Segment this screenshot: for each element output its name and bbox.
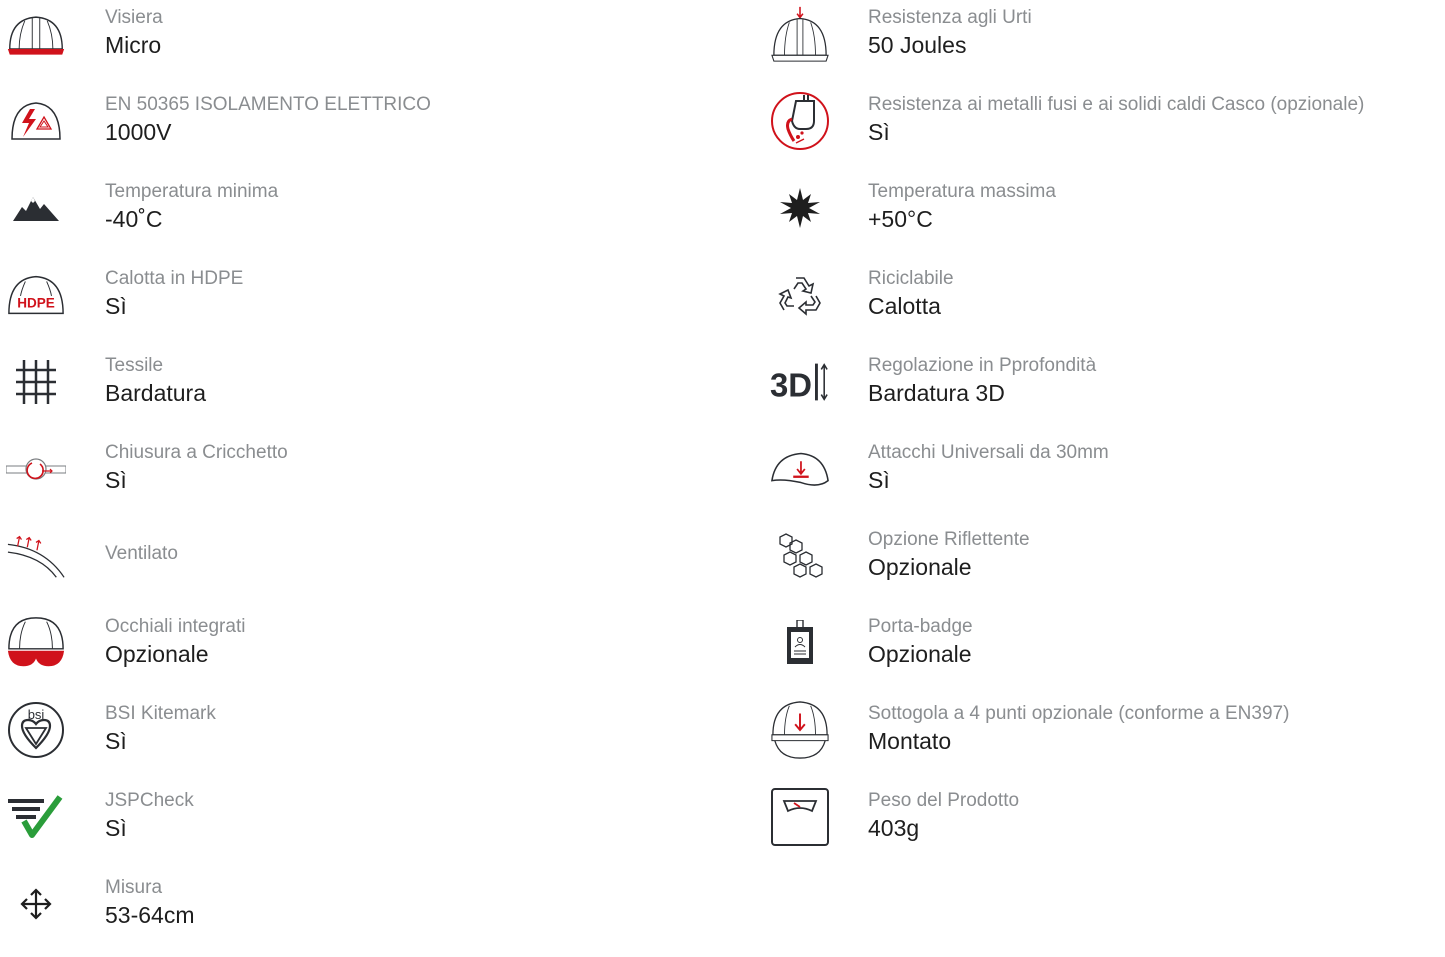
- feature-value: Opzionale: [105, 641, 209, 667]
- feature-value: Sì: [105, 815, 127, 841]
- recycle-icon: [770, 265, 830, 325]
- feature-label: Resistenza agli Urti: [868, 7, 1032, 28]
- feature-value: 50 Joules: [868, 32, 967, 58]
- molten-metal-icon: [770, 91, 830, 151]
- feature-label: Visiera: [105, 7, 163, 28]
- feature-visor: Visiera Micro: [0, 0, 700, 87]
- feature-jspcheck: JSPCheck Sì: [0, 783, 700, 870]
- feature-reflective: Opzione Riflettente Opzionale: [760, 522, 1445, 609]
- feature-max-temperature: Temperatura massima +50°C: [760, 174, 1445, 261]
- ventilation-icon: [6, 526, 66, 586]
- feature-value: Sì: [868, 119, 890, 145]
- feature-label: Ventilato: [105, 543, 178, 564]
- feature-value: Montato: [868, 728, 952, 754]
- feature-label: Chiusura a Cricchetto: [105, 442, 288, 463]
- feature-depth-adjustment: 3D Regolazione in Pprofondità Bardatura …: [760, 348, 1445, 435]
- feature-label: Porta-badge: [868, 616, 973, 637]
- badge-holder-icon: [770, 613, 830, 673]
- feature-label: Misura: [105, 877, 163, 898]
- bsi-kitemark-icon: bsi: [6, 700, 66, 760]
- feature-label: Regolazione in Pprofondità: [868, 355, 1097, 376]
- chinstrap-helmet-icon: [770, 700, 830, 760]
- feature-textile: Tessile Bardatura: [0, 348, 700, 435]
- feature-label: BSI Kitemark: [105, 703, 216, 724]
- feature-chinstrap: Sottogola a 4 punti opzionale (conforme …: [760, 696, 1445, 783]
- feature-ventilated: Ventilato: [0, 522, 700, 609]
- feature-label: Riciclabile: [868, 268, 954, 289]
- feature-value: Sì: [105, 467, 127, 493]
- feature-label: Temperatura minima: [105, 181, 279, 202]
- feature-value: Micro: [105, 32, 162, 58]
- feature-label: Sottogola a 4 punti opzionale (conforme …: [868, 703, 1290, 724]
- feature-product-weight: Peso del Prodotto 403g: [760, 783, 1445, 870]
- feature-label: Tessile: [105, 355, 164, 376]
- feature-value: Sì: [868, 467, 890, 493]
- feature-badge-holder: Porta-badge Opzionale: [760, 609, 1445, 696]
- feature-ratchet: Chiusura a Cricchetto Sì: [0, 435, 700, 522]
- ratchet-icon: [6, 439, 66, 499]
- sun-icon: [770, 178, 830, 238]
- feature-value: 1000V: [105, 119, 172, 145]
- feature-impact-resistance: Resistenza agli Urti 50 Joules: [760, 0, 1445, 87]
- feature-value: Bardatura: [105, 380, 207, 406]
- features-right-column: Resistenza agli Urti 50 Joules Resistenz…: [760, 0, 1445, 870]
- size-arrows-icon: [6, 874, 66, 934]
- feature-recyclable: Riciclabile Calotta: [760, 261, 1445, 348]
- svg-text:HDPE: HDPE: [17, 296, 55, 311]
- feature-value: Opzionale: [868, 641, 972, 667]
- feature-label: Calotta in HDPE: [105, 268, 244, 289]
- feature-label: Resistenza ai metalli fusi e ai solidi c…: [868, 94, 1365, 115]
- feature-label: JSPCheck: [105, 790, 194, 811]
- feature-molten-metal: Resistenza ai metalli fusi e ai solidi c…: [760, 87, 1445, 174]
- feature-electrical-insulation: EN 50365 ISOLAMENTO ELETTRICO 1000V: [0, 87, 700, 174]
- 3d-adjust-icon: 3D: [770, 352, 830, 412]
- feature-label: Occhiali integrati: [105, 616, 246, 637]
- feature-label: Attacchi Universali da 30mm: [868, 442, 1109, 463]
- feature-value: Opzionale: [868, 554, 972, 580]
- svg-text:3D: 3D: [770, 367, 812, 404]
- feature-value: Sì: [105, 728, 127, 754]
- feature-min-temperature: Temperatura minima -40˚C: [0, 174, 700, 261]
- textile-weave-icon: [6, 352, 66, 412]
- feature-bsi-kitemark: bsi BSI Kitemark Sì: [0, 696, 700, 783]
- feature-value: 403g: [868, 815, 920, 841]
- universal-slot-icon: [770, 439, 830, 499]
- jspcheck-icon: [6, 787, 66, 847]
- reflective-hex-icon: [770, 526, 830, 586]
- helmet-goggles-icon: [6, 613, 66, 673]
- feature-label: Temperatura massima: [868, 181, 1056, 202]
- feature-value: Calotta: [868, 293, 941, 319]
- feature-label: EN 50365 ISOLAMENTO ELETTRICO: [105, 94, 431, 115]
- feature-value: Sì: [105, 293, 127, 319]
- feature-integrated-goggles: Occhiali integrati Opzionale: [0, 609, 700, 696]
- hdpe-helmet-icon: HDPE: [6, 265, 66, 325]
- mountains-icon: [6, 178, 66, 238]
- feature-label: Peso del Prodotto: [868, 790, 1020, 811]
- visor-helmet-icon: [6, 4, 66, 64]
- feature-value: -40˚C: [105, 206, 163, 232]
- feature-value: Bardatura 3D: [868, 380, 1005, 406]
- feature-value: +50°C: [868, 206, 933, 232]
- feature-value: 53-64cm: [105, 902, 195, 928]
- electrical-insulation-icon: [6, 91, 66, 151]
- feature-label: Opzione Riflettente: [868, 529, 1030, 550]
- weight-scale-icon: [770, 787, 830, 847]
- impact-helmet-icon: [770, 4, 830, 64]
- feature-universal-slots: Attacchi Universali da 30mm Sì: [760, 435, 1445, 522]
- feature-hdpe-shell: HDPE Calotta in HDPE Sì: [0, 261, 700, 348]
- feature-size: Misura 53-64cm: [0, 870, 700, 957]
- features-left-column: Visiera Micro EN 50365 ISOLAMENTO ELETTR…: [0, 0, 700, 957]
